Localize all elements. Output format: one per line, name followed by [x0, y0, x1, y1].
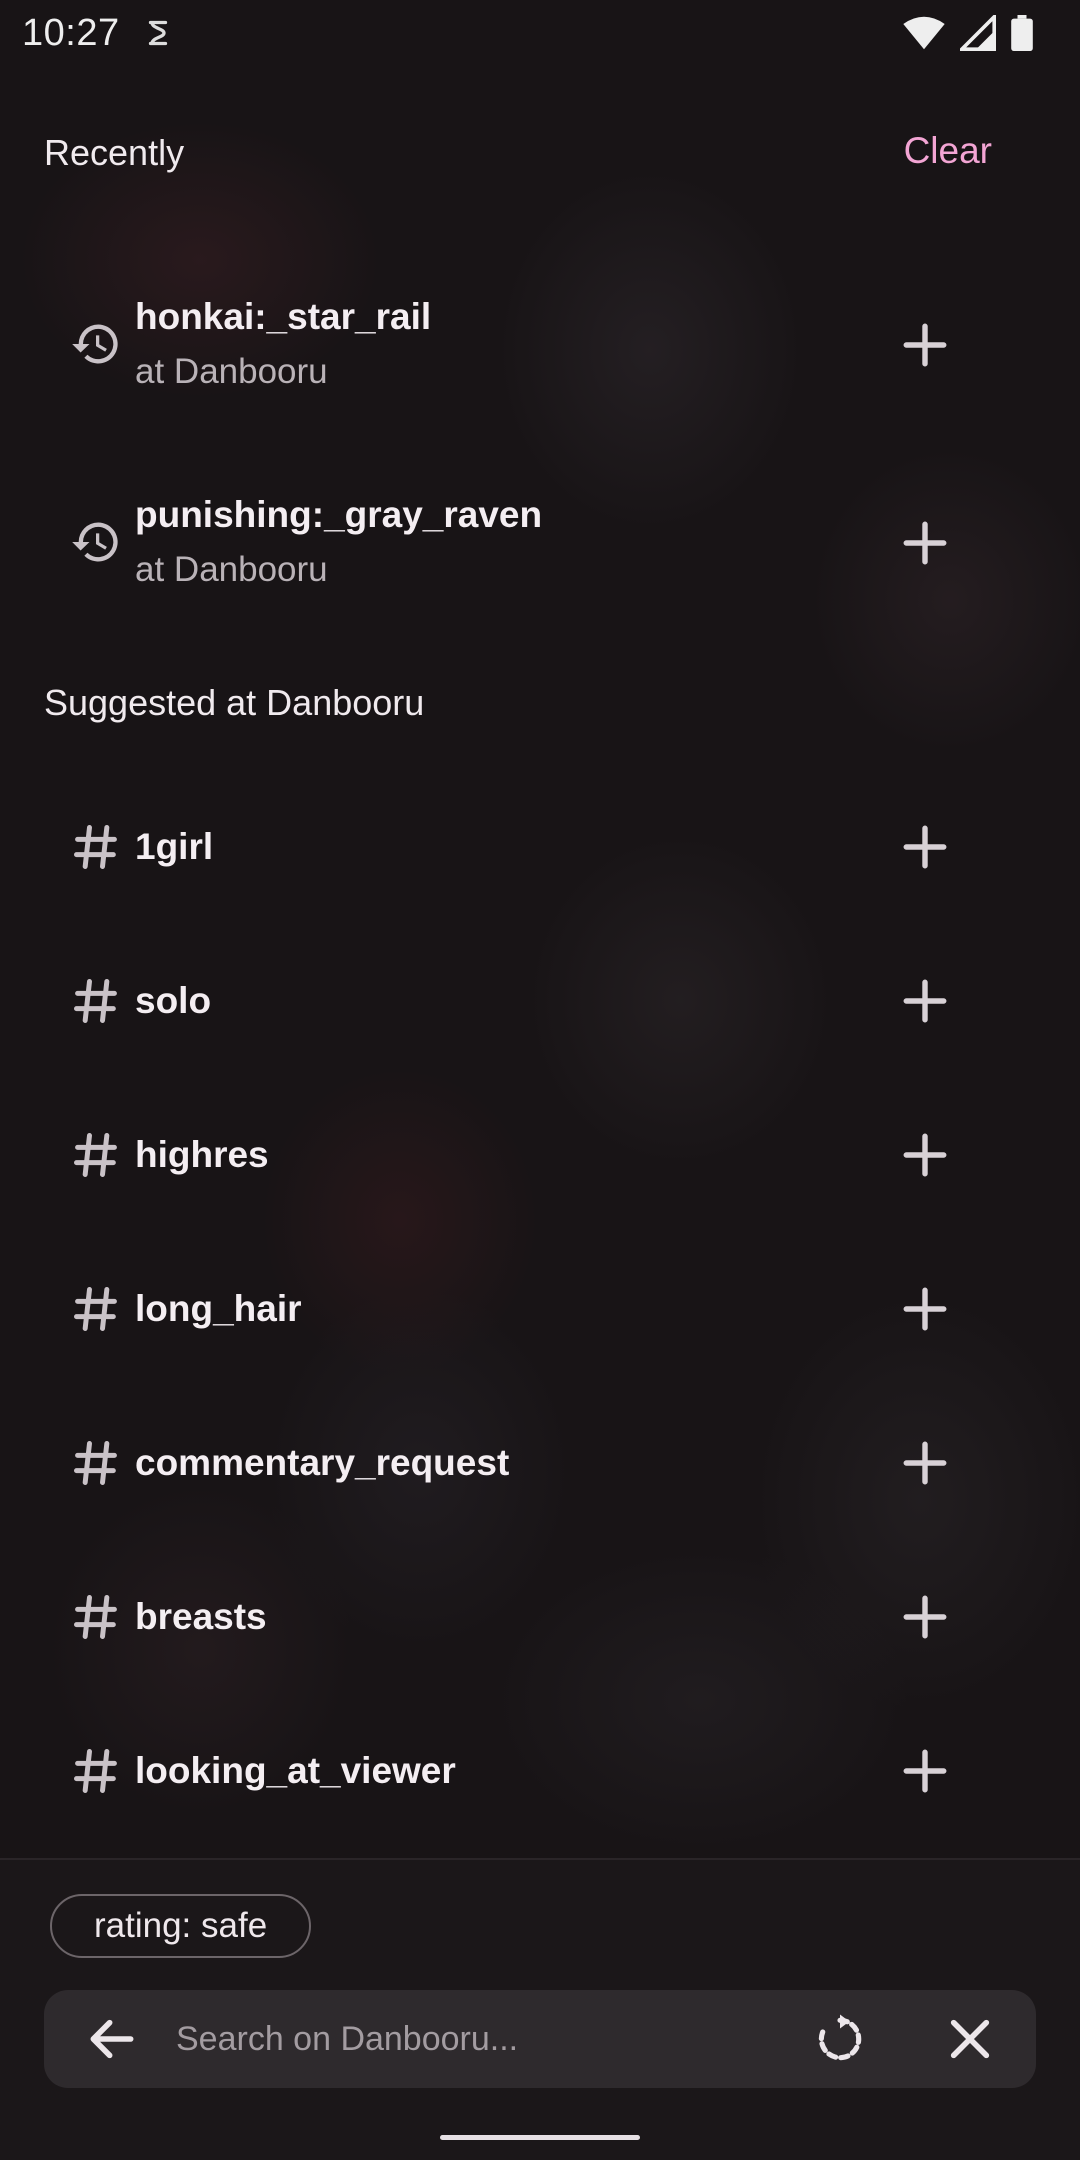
suggested-item-tag: 1girl	[135, 826, 214, 867]
clear-history-button[interactable]: Clear	[904, 130, 992, 172]
home-indicator[interactable]	[440, 2135, 640, 2140]
hashtag-icon	[74, 1749, 117, 1793]
status-icons	[902, 15, 1058, 51]
history-icon	[72, 522, 118, 562]
add-tag-button[interactable]	[900, 1746, 950, 1796]
suggested-item[interactable]: 1girl	[0, 810, 1080, 884]
wifi-icon	[903, 16, 945, 50]
history-icon	[72, 324, 118, 364]
recent-item-source: at Danbooru	[135, 352, 328, 391]
add-tag-button[interactable]	[900, 1592, 950, 1642]
recent-section-header: Recently	[44, 132, 185, 173]
suggested-section-header: Suggested at Danbooru	[44, 682, 425, 723]
status-time: 10:27	[22, 11, 120, 54]
suggested-item-tag: highres	[135, 1134, 269, 1175]
back-arrow-icon[interactable]	[84, 2011, 140, 2067]
suggested-item[interactable]: breasts	[0, 1580, 1080, 1654]
bottom-search-panel: rating: safe	[0, 1858, 1080, 2160]
search-bar	[44, 1990, 1036, 2088]
suggested-item[interactable]: long_hair	[0, 1272, 1080, 1346]
hashtag-icon	[74, 979, 117, 1023]
add-tag-button[interactable]	[900, 518, 950, 568]
battery-icon	[1011, 15, 1033, 51]
close-icon[interactable]	[942, 2011, 998, 2067]
suggested-item[interactable]: looking_at_viewer	[0, 1734, 1080, 1808]
hashtag-icon	[74, 1133, 117, 1177]
suggested-item[interactable]: highres	[0, 1118, 1080, 1192]
add-tag-button[interactable]	[900, 976, 950, 1026]
hashtag-icon	[74, 1595, 117, 1639]
recent-item-source: at Danbooru	[135, 550, 328, 589]
recent-item-tag: punishing:_gray_raven	[135, 494, 543, 535]
add-tag-button[interactable]	[900, 320, 950, 370]
suggested-item[interactable]: solo	[0, 964, 1080, 1038]
rating-filter-chip[interactable]: rating: safe	[50, 1894, 312, 1958]
hashtag-icon	[74, 1441, 117, 1485]
status-bar: 10:27	[0, 0, 1080, 66]
hashtag-icon	[74, 825, 117, 869]
recent-item-tag: honkai:_star_rail	[135, 296, 432, 337]
search-input[interactable]	[176, 1990, 816, 2088]
app-notification-icon	[148, 20, 167, 46]
add-tag-button[interactable]	[900, 822, 950, 872]
reset-icon[interactable]	[812, 2011, 868, 2067]
recent-item[interactable]: punishing:_gray_raven at Danbooru	[0, 488, 1080, 598]
hashtag-icon	[74, 1287, 117, 1331]
suggested-item-tag: looking_at_viewer	[135, 1750, 456, 1791]
recent-item[interactable]: honkai:_star_rail at Danbooru	[0, 290, 1080, 400]
add-tag-button[interactable]	[900, 1130, 950, 1180]
signal-icon	[960, 15, 996, 51]
add-tag-button[interactable]	[900, 1438, 950, 1488]
add-tag-button[interactable]	[900, 1284, 950, 1334]
suggested-item-tag: commentary_request	[135, 1442, 510, 1483]
suggested-item-tag: long_hair	[135, 1288, 302, 1329]
suggested-item[interactable]: commentary_request	[0, 1426, 1080, 1500]
suggested-item-tag: solo	[135, 980, 212, 1021]
suggested-item-tag: breasts	[135, 1596, 267, 1637]
